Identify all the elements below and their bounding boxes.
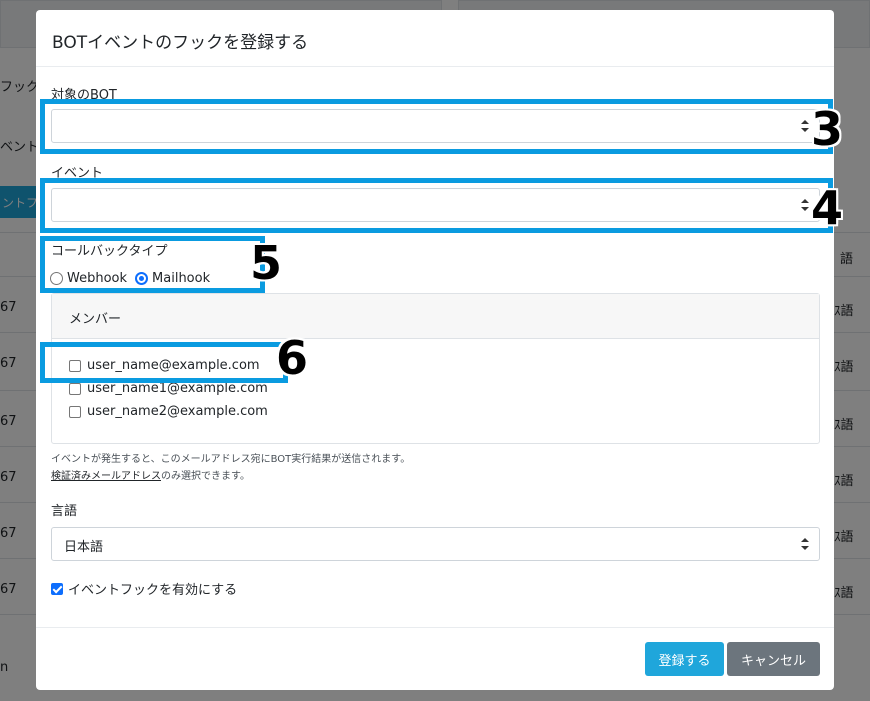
language-label: 言語 (51, 504, 78, 519)
member-email: user_name2@example.com (87, 404, 268, 419)
annotation-box-5 (40, 236, 265, 293)
enable-hook-option[interactable]: イベントフックを有効にする (51, 579, 237, 598)
enable-hook-checkbox[interactable] (51, 582, 63, 595)
annotation-number-4: 4 (811, 181, 844, 235)
help-text-suffix: のみ選択できます。 (161, 471, 250, 482)
annotation-number-3: 3 (811, 102, 844, 156)
member-option[interactable]: user_name1@example.com (69, 381, 268, 396)
modal-title: BOTイベントのフックを登録する (52, 33, 309, 53)
annotation-box-3 (40, 99, 833, 154)
language-value: 日本語 (64, 540, 104, 555)
modal-header: BOTイベントのフックを登録する (36, 10, 834, 67)
annotation-number-5: 5 (250, 236, 283, 290)
enable-hook-label: イベントフックを有効にする (68, 583, 238, 598)
select-caret-icon (801, 538, 809, 550)
help-text-line1: イベントが発生すると、このメールアドレス宛にBOT実行結果が送信されます。 (51, 454, 411, 465)
register-button[interactable]: 登録する (645, 642, 724, 676)
modal-footer: 登録する キャンセル (36, 627, 834, 690)
annotation-box-6 (40, 342, 288, 383)
member-checkbox[interactable] (69, 405, 81, 418)
language-select[interactable]: 日本語 (51, 527, 820, 561)
help-text-line2: 検証済みメールアドレスのみ選択できます。 (51, 467, 250, 482)
member-option[interactable]: user_name2@example.com (69, 404, 268, 419)
annotation-number-6: 6 (276, 331, 309, 385)
member-email: user_name1@example.com (87, 381, 268, 396)
annotation-box-4 (40, 178, 833, 233)
cancel-button[interactable]: キャンセル (727, 642, 820, 676)
member-checkbox[interactable] (69, 382, 81, 395)
verified-email-link[interactable]: 検証済みメールアドレス (51, 471, 161, 482)
members-card-header: メンバー (52, 294, 819, 339)
